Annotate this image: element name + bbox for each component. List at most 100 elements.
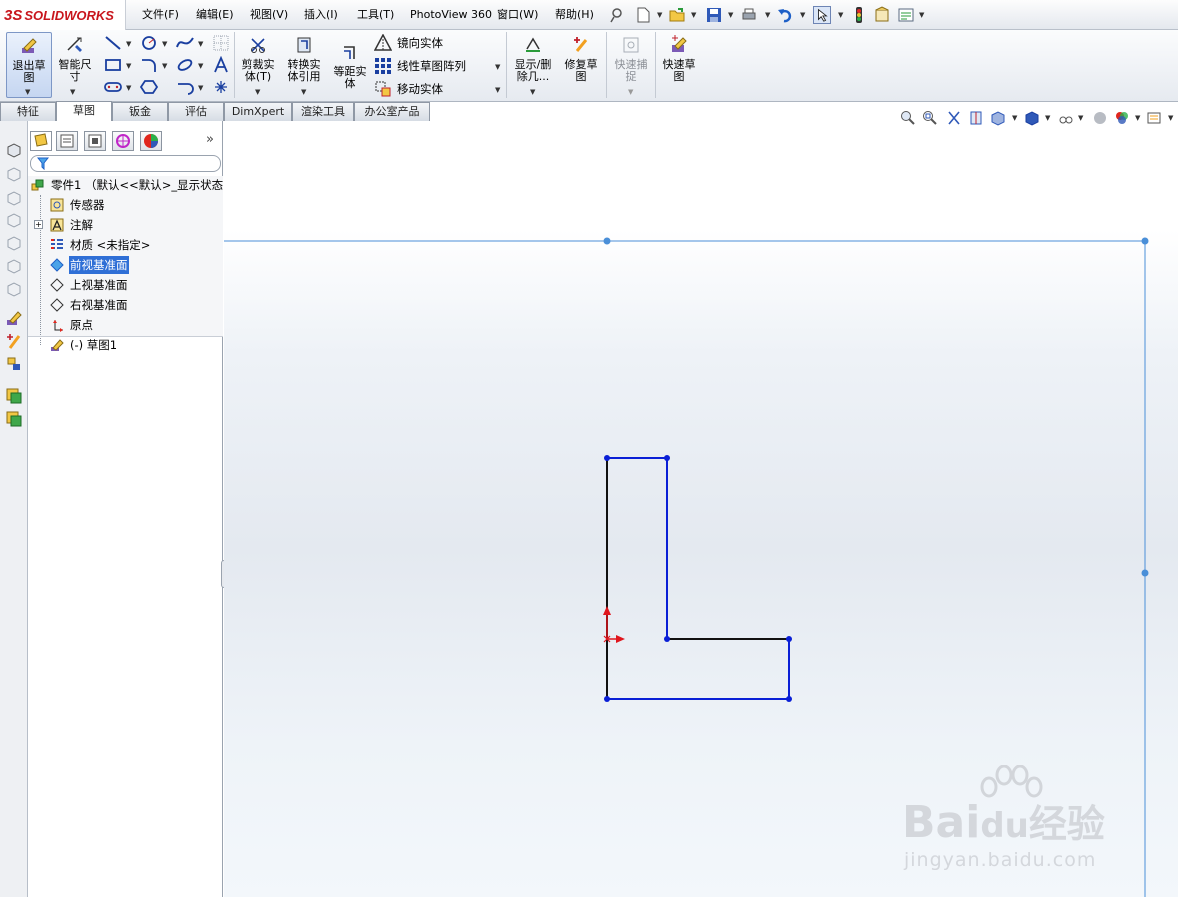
menu-window[interactable]: 窗口(W) xyxy=(493,0,542,30)
dropdown-arrow-icon[interactable]: ▼ xyxy=(198,62,203,70)
tab-sheet-metal[interactable]: 钣金 xyxy=(112,102,168,121)
dropdown-arrow-icon[interactable]: ▼ xyxy=(162,62,167,70)
repair-pencil-icon[interactable] xyxy=(6,333,22,349)
menu-help[interactable]: 帮助(H) xyxy=(551,0,598,30)
origin-icon[interactable] xyxy=(50,318,64,332)
menu-view[interactable]: 视图(V) xyxy=(246,0,292,30)
plane-handle[interactable] xyxy=(1141,569,1149,577)
tree-item-top-plane[interactable]: 上视基准面 xyxy=(70,276,128,294)
expand-more-tabs[interactable]: » xyxy=(206,132,214,147)
options-icon[interactable] xyxy=(897,6,915,24)
convert-entities-button[interactable]: 转换实 体引用 xyxy=(282,35,326,83)
sketch-point[interactable] xyxy=(664,636,670,642)
display-manager-tab[interactable] xyxy=(140,131,162,151)
dropdown-arrow-icon[interactable]: ▼ xyxy=(765,11,770,19)
dropdown-arrow-icon[interactable]: ▼ xyxy=(198,84,203,92)
open-folder-icon[interactable] xyxy=(668,6,686,24)
save-icon[interactable] xyxy=(705,6,723,24)
view-cube-icon[interactable] xyxy=(6,190,22,206)
plane-handle[interactable] xyxy=(603,237,611,245)
plane-icon[interactable] xyxy=(50,278,64,292)
property-manager-tab[interactable] xyxy=(56,131,78,151)
sensor-icon[interactable] xyxy=(50,198,64,212)
menu-photoview[interactable]: PhotoView 360 xyxy=(406,0,496,30)
sketch-point[interactable] xyxy=(664,455,670,461)
offset-entities-button[interactable]: 等距实 体 xyxy=(328,42,372,90)
view-cube-icon[interactable] xyxy=(6,258,22,274)
dropdown-arrow-icon[interactable]: ▼ xyxy=(691,11,696,19)
dropdown-arrow-icon[interactable]: ▼ xyxy=(657,11,662,19)
tree-item-sensors[interactable]: 传感器 xyxy=(70,196,105,214)
tree-item-origin[interactable]: 原点 xyxy=(70,316,93,334)
view-cube-icon[interactable] xyxy=(6,142,22,158)
print-icon[interactable] xyxy=(740,6,758,24)
spline-icon[interactable] xyxy=(176,34,194,52)
construction-grid-icon[interactable] xyxy=(212,34,230,52)
feature-manager-tab[interactable] xyxy=(30,131,52,151)
quick-snaps-button[interactable]: 快速捕 捉 xyxy=(610,35,652,83)
relations-tool-icon[interactable] xyxy=(6,356,22,372)
configuration-manager-tab[interactable] xyxy=(84,131,106,151)
sketch-point[interactable] xyxy=(604,696,610,702)
dropdown-arrow-icon[interactable]: ▼ xyxy=(728,11,733,19)
plane-icon[interactable] xyxy=(50,258,64,272)
circle-icon[interactable] xyxy=(140,34,158,52)
linear-pattern-icon[interactable] xyxy=(374,57,392,75)
layer-icon[interactable] xyxy=(6,388,22,404)
tab-features[interactable]: 特征 xyxy=(0,102,56,121)
dropdown-arrow-icon[interactable]: ▼ xyxy=(495,86,500,94)
dropdown-arrow-icon[interactable]: ▼ xyxy=(530,88,535,96)
tab-office-products[interactable]: 办公室产品 xyxy=(354,102,430,121)
pin-icon[interactable] xyxy=(608,6,626,24)
tab-evaluate[interactable]: 评估 xyxy=(168,102,224,121)
dropdown-arrow-icon[interactable]: ▼ xyxy=(126,40,131,48)
dropdown-arrow-icon[interactable]: ▼ xyxy=(162,40,167,48)
part-icon[interactable] xyxy=(31,178,45,192)
file-properties-icon[interactable] xyxy=(873,6,891,24)
menu-insert[interactable]: 插入(I) xyxy=(300,0,342,30)
material-icon[interactable] xyxy=(50,238,64,252)
sketch-icon[interactable] xyxy=(50,338,64,352)
dropdown-arrow-icon[interactable]: ▼ xyxy=(255,88,260,96)
dropdown-arrow-icon[interactable]: ▼ xyxy=(301,88,306,96)
tree-item-right-plane[interactable]: 右视基准面 xyxy=(70,296,128,314)
tab-dimxpert[interactable]: DimXpert xyxy=(224,102,292,121)
annotations-icon[interactable] xyxy=(50,218,64,232)
tree-item-sketch1[interactable]: (-) 草图1 xyxy=(70,336,117,354)
dropdown-arrow-icon[interactable]: ▼ xyxy=(838,11,843,19)
display-delete-relations-button[interactable]: 显示/删 除几... xyxy=(510,35,556,83)
view-cube-icon[interactable] xyxy=(6,281,22,297)
repair-sketch-button[interactable]: 修复草 图 xyxy=(560,35,602,83)
smart-dimension-button[interactable]: 智能尺 寸 xyxy=(54,35,96,83)
sketch-pencil-icon[interactable] xyxy=(6,310,22,326)
dropdown-arrow-icon[interactable]: ▼ xyxy=(126,62,131,70)
point-arc-icon[interactable] xyxy=(176,78,194,96)
menu-edit[interactable]: 编辑(E) xyxy=(192,0,238,30)
dropdown-arrow-icon[interactable]: ▼ xyxy=(25,88,30,96)
mirror-entities-label[interactable]: 镜向实体 xyxy=(397,34,443,52)
tree-root-part[interactable]: 零件1 （默认<<默认>_显示状态 xyxy=(51,176,223,194)
polygon-icon[interactable] xyxy=(140,78,158,96)
tab-render-tools[interactable]: 渲染工具 xyxy=(292,102,354,121)
line-icon[interactable] xyxy=(104,34,122,52)
dropdown-arrow-icon[interactable]: ▼ xyxy=(800,11,805,19)
ellipse-icon[interactable] xyxy=(176,56,194,74)
new-document-icon[interactable] xyxy=(634,6,652,24)
rectangle-icon[interactable] xyxy=(104,56,122,74)
dropdown-arrow-icon[interactable]: ▼ xyxy=(495,63,500,71)
solidworks-logo[interactable]: 3S SOLIDWORKS xyxy=(0,0,126,30)
dropdown-arrow-icon[interactable]: ▼ xyxy=(628,88,633,96)
tree-item-annotations[interactable]: 注解 xyxy=(70,216,93,234)
sketch-point[interactable] xyxy=(604,455,610,461)
linear-pattern-label[interactable]: 线性草图阵列 xyxy=(397,57,466,75)
view-cube-icon[interactable] xyxy=(6,212,22,228)
plane-handle[interactable] xyxy=(1141,237,1149,245)
tree-item-front-plane[interactable]: 前视基准面 xyxy=(69,256,129,274)
sketch-point[interactable] xyxy=(786,696,792,702)
dropdown-arrow-icon[interactable]: ▼ xyxy=(126,84,131,92)
expand-toggle-icon[interactable]: + xyxy=(34,220,43,229)
menu-file[interactable]: 文件(F) xyxy=(138,0,183,30)
rapid-sketch-button[interactable]: 快速草 图 xyxy=(658,35,700,83)
trim-entities-button[interactable]: 剪裁实 体(T) xyxy=(236,35,280,83)
dropdown-arrow-icon[interactable]: ▼ xyxy=(919,11,924,19)
